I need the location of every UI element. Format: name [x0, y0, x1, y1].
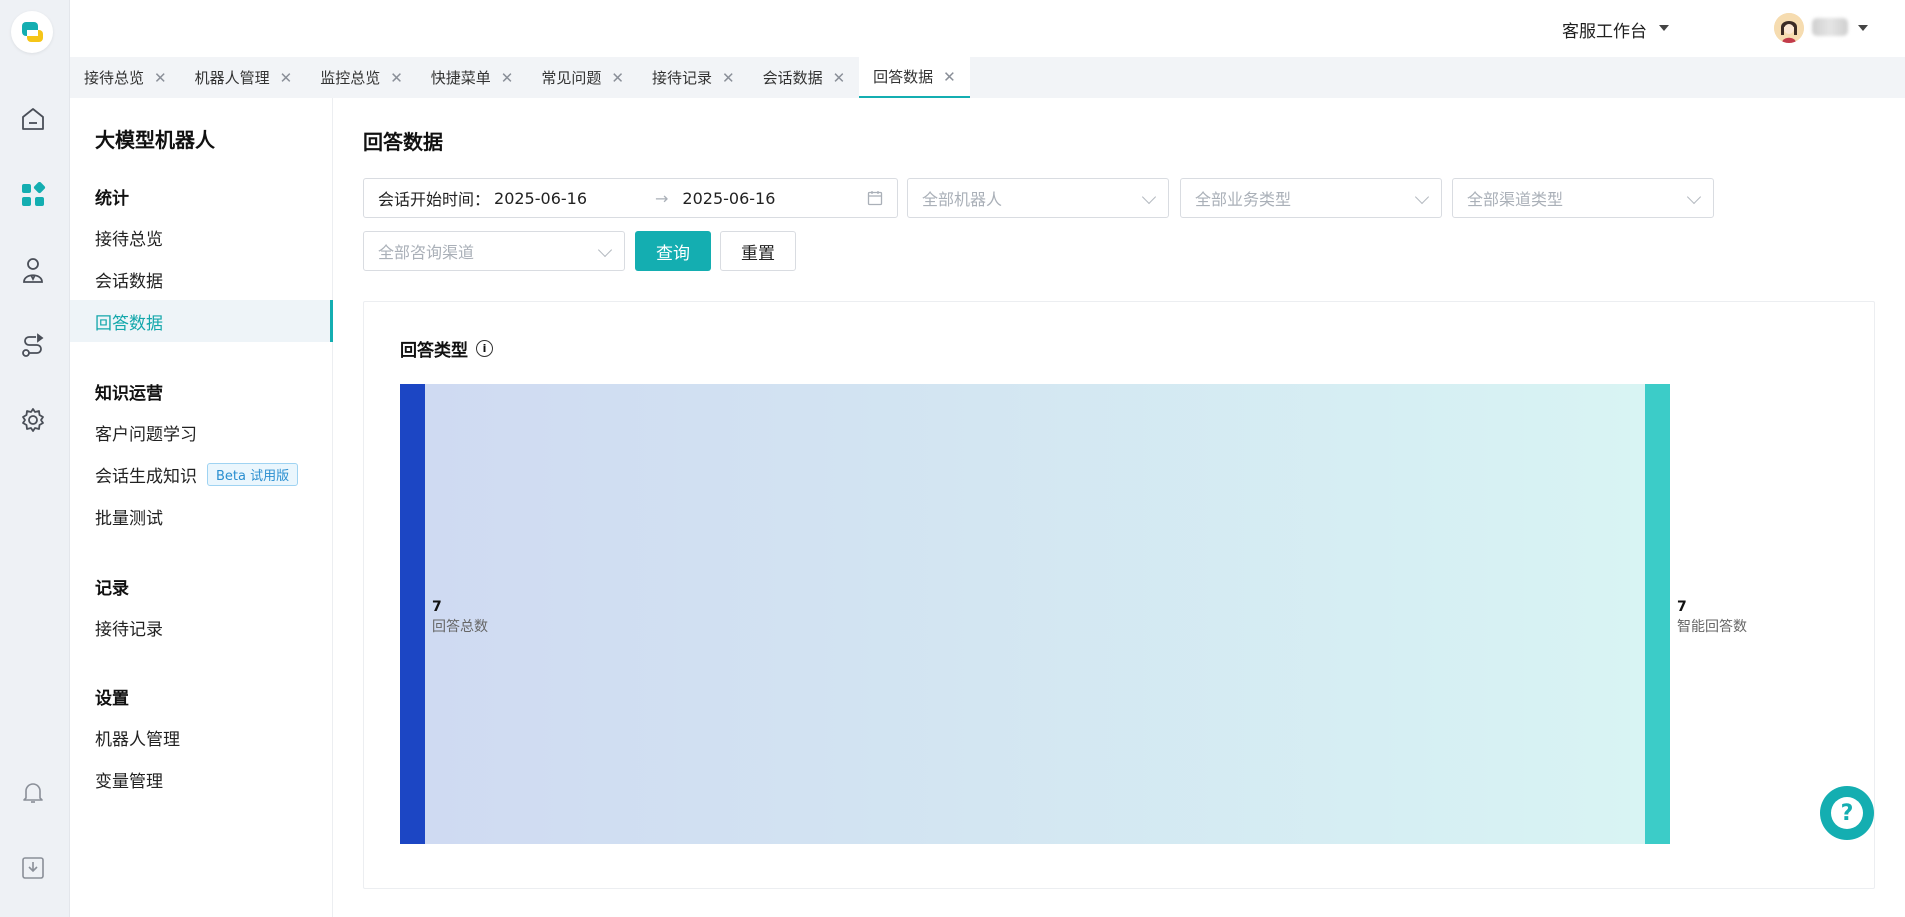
flow-icon[interactable]	[18, 331, 48, 361]
tab-label: 回答数据	[873, 68, 934, 86]
tab-reception-overview[interactable]: 接待总览 ✕	[70, 57, 181, 98]
tab-session-data[interactable]: 会话数据 ✕	[749, 57, 860, 98]
sankey-node[interactable]	[400, 384, 425, 844]
agent-icon[interactable]	[18, 255, 48, 285]
chevron-down-icon	[1686, 189, 1702, 205]
channel-type-placeholder: 全部渠道类型	[1467, 190, 1564, 209]
answer-type-card: 回答类型 i 7 回答总数 7 智能回答数	[363, 301, 1875, 889]
sidebar-item-generate-knowledge[interactable]: 会话生成知识 Beta 试用版	[70, 453, 333, 495]
consult-channel-placeholder: 全部咨询渠道	[378, 243, 475, 262]
sidebar-item-reception-overview[interactable]: 接待总览	[70, 216, 333, 258]
sankey-node-value: 7	[1677, 599, 1687, 615]
logo-icon[interactable]	[11, 11, 53, 53]
sidebar-item-question-learning[interactable]: 客户问题学习	[70, 411, 333, 453]
date-start-value[interactable]: 2025-06-16	[494, 189, 587, 208]
robot-select-placeholder: 全部机器人	[922, 190, 1003, 209]
reset-button[interactable]: 重置	[720, 231, 796, 271]
username-blurred[interactable]	[1812, 18, 1848, 36]
settings-icon[interactable]	[18, 405, 48, 435]
tab-label: 接待总览	[84, 69, 145, 87]
tab-reception-records[interactable]: 接待记录 ✕	[638, 57, 749, 98]
sidebar-group-stats: 统计	[95, 189, 129, 209]
workspace-switcher[interactable]: 客服工作台	[1562, 17, 1647, 42]
channel-type-select[interactable]: 全部渠道类型	[1452, 178, 1714, 218]
consult-channel-select[interactable]: 全部咨询渠道	[363, 231, 625, 271]
sidebar-item-reception-records[interactable]: 接待记录	[70, 606, 333, 648]
tab-label: 接待记录	[651, 69, 712, 87]
close-icon[interactable]: ✕	[154, 69, 167, 87]
tab-bar: 接待总览 ✕ 机器人管理 ✕ 监控总览 ✕ 快捷菜单 ✕ 常见问题 ✕ 接待记录…	[70, 57, 1905, 98]
sidebar-group-records: 记录	[95, 579, 129, 599]
tab-label: 监控总览	[320, 69, 381, 87]
close-icon[interactable]: ✕	[501, 69, 514, 87]
sidebar-item-session-data[interactable]: 会话数据	[70, 258, 333, 300]
page-title: 回答数据	[363, 130, 443, 154]
close-icon[interactable]: ✕	[280, 69, 293, 87]
bell-icon[interactable]	[18, 777, 48, 807]
tab-label: 机器人管理	[194, 69, 270, 87]
sidebar-item-batch-test[interactable]: 批量测试	[70, 495, 333, 537]
tab-shortcut-menu[interactable]: 快捷菜单 ✕	[417, 57, 528, 98]
tab-label: 常见问题	[541, 69, 602, 87]
tab-faq[interactable]: 常见问题 ✕	[527, 57, 638, 98]
sidebar-item-variable-management[interactable]: 变量管理	[70, 758, 333, 800]
sankey-chart: 7 回答总数 7 智能回答数	[400, 384, 1747, 844]
sankey-node-label: 智能回答数	[1677, 618, 1747, 635]
sidebar-group-settings: 设置	[95, 689, 129, 709]
chevron-down-icon[interactable]	[1659, 25, 1669, 31]
sankey-node-value: 7	[432, 599, 442, 615]
sankey-link[interactable]	[425, 384, 1645, 844]
tab-label: 会话数据	[762, 69, 823, 87]
chevron-down-icon[interactable]	[1858, 25, 1868, 31]
sidebar-item-label: 会话生成知识	[95, 466, 197, 487]
query-button[interactable]: 查询	[635, 231, 711, 271]
sidebar-item-robot-management[interactable]: 机器人管理	[70, 716, 333, 758]
sidebar-title: 大模型机器人	[95, 128, 215, 152]
secondary-sidebar: 大模型机器人 统计 接待总览 会话数据 回答数据 知识运营 客户问题学习 会话生…	[70, 98, 333, 917]
calendar-icon[interactable]	[867, 190, 883, 210]
close-icon[interactable]: ✕	[833, 69, 846, 87]
chevron-down-icon	[1141, 189, 1157, 205]
tab-monitor-overview[interactable]: 监控总览 ✕	[306, 57, 417, 98]
download-icon[interactable]	[18, 853, 48, 883]
sidebar-group-knowledge-ops: 知识运营	[95, 384, 163, 404]
chevron-down-icon	[1414, 189, 1430, 205]
close-icon[interactable]: ✕	[611, 69, 624, 87]
tab-robot-management[interactable]: 机器人管理 ✕	[181, 57, 307, 98]
apps-icon[interactable]	[18, 180, 48, 210]
sankey-node[interactable]	[1645, 384, 1670, 844]
avatar[interactable]	[1774, 13, 1804, 43]
home-icon[interactable]	[18, 104, 48, 134]
help-button[interactable]: ?	[1820, 786, 1874, 840]
date-range-label: 会话开始时间：	[378, 190, 491, 209]
beta-badge: Beta 试用版	[207, 462, 299, 486]
business-type-placeholder: 全部业务类型	[1195, 190, 1292, 209]
sankey-node-label: 回答总数	[432, 618, 488, 635]
question-icon: ?	[1831, 797, 1863, 829]
date-range-picker[interactable]: 会话开始时间： 2025-06-16 → 2025-06-16	[363, 178, 898, 218]
robot-select[interactable]: 全部机器人	[907, 178, 1169, 218]
date-separator: →	[655, 188, 669, 208]
business-type-select[interactable]: 全部业务类型	[1180, 178, 1442, 218]
sidebar-item-answer-data[interactable]: 回答数据	[70, 300, 333, 342]
close-icon[interactable]: ✕	[722, 69, 735, 87]
icon-rail	[0, 0, 70, 917]
tab-answer-data[interactable]: 回答数据 ✕	[859, 57, 970, 98]
date-end-value[interactable]: 2025-06-16	[682, 189, 775, 208]
close-icon[interactable]: ✕	[390, 69, 403, 87]
tab-label: 快捷菜单	[430, 69, 491, 87]
chevron-down-icon	[597, 242, 613, 258]
close-icon[interactable]: ✕	[943, 68, 956, 86]
